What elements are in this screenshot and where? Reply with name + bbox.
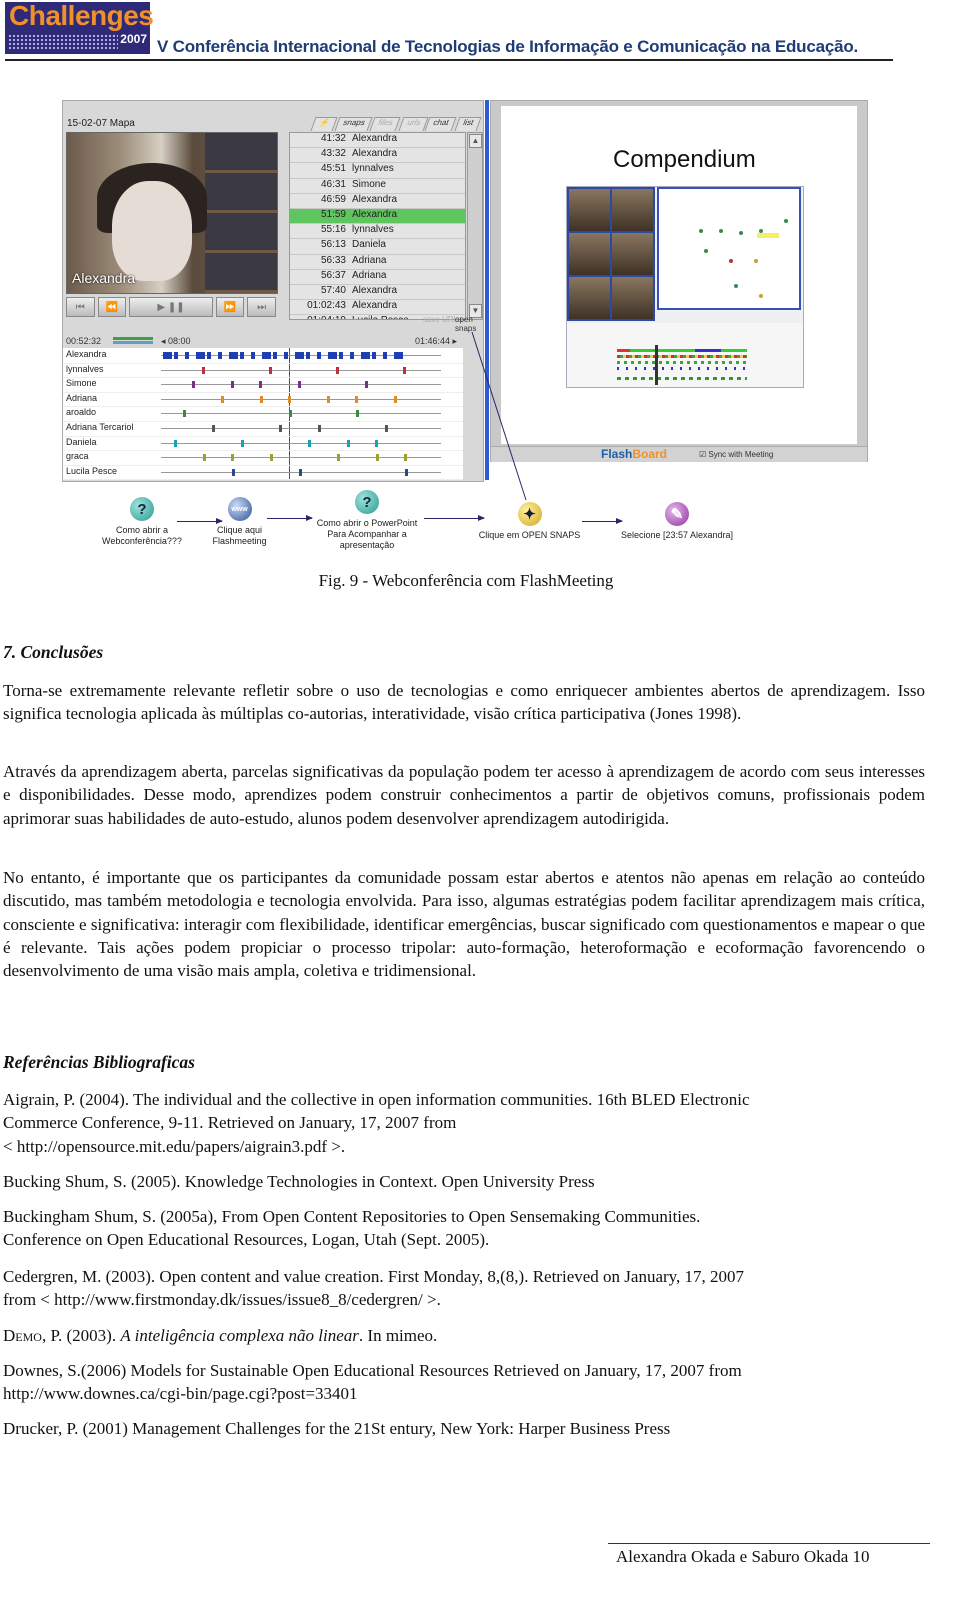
reference-line: Conference on Open Educational Resources…: [3, 1230, 490, 1250]
reference-link[interactable]: http://www.downes.ca/cgi-bin/page.cgi?po…: [3, 1382, 928, 1405]
paragraph: Através da aprendizagem aberta, parcelas…: [3, 762, 925, 828]
reference-line: Cedergren, M. (2003). Open content and v…: [3, 1267, 745, 1286]
reference-item: Drucker, P. (2001) Management Challenges…: [3, 1417, 928, 1440]
reference-item: Buckingham Shum, S. (2005a), From Open C…: [3, 1205, 928, 1252]
reference-author: Demo, P.: [3, 1326, 63, 1345]
figure-flashmeeting: 15-02-07 Mapa Alexandra ⏮ ⏪ ▶ ❚❚ ⏩ ⏭ ⚡ sn…: [62, 100, 868, 560]
conference-title: V Conferência Internacional de Tecnologi…: [157, 37, 859, 56]
reference-line: Bucking Shum, S. (2005). Knowledge Techn…: [3, 1172, 595, 1191]
reference-item: Cedergren, M. (2003). Open content and v…: [3, 1265, 928, 1312]
reference-title: A inteligência complexa não linear: [120, 1326, 359, 1345]
reference-line: Downes, S.(2006) Models for Sustainable …: [3, 1361, 742, 1380]
footer-authors-page: Alexandra Okada e Saburo Okada 10: [616, 1547, 870, 1566]
reference-line: Drucker, P. (2001) Management Challenges…: [3, 1419, 671, 1438]
reference-year: (2003).: [62, 1326, 121, 1345]
paragraph: Torna-se extremamente relevante refletir…: [3, 681, 925, 724]
footer-divider: [608, 1543, 930, 1544]
reference-link[interactable]: from < http://www.firstmonday.dk/issues/…: [3, 1288, 928, 1311]
reference-item: Aigrain, P. (2004). The individual and t…: [3, 1088, 928, 1158]
reference-line: Buckingham Shum, S. (2005a), From Open C…: [3, 1207, 701, 1226]
reference-rest: . In mimeo.: [358, 1326, 438, 1345]
reference-item: Downes, S.(2006) Models for Sustainable …: [3, 1359, 928, 1406]
reference-item: Demo, P. (2003). A inteligência complexa…: [3, 1324, 928, 1347]
header-divider: [5, 59, 893, 61]
logo-year: 2007: [120, 32, 147, 46]
conference-logo: Challenges 2007: [5, 0, 154, 54]
paragraph: No entanto, é importante que os particip…: [3, 868, 925, 981]
reference-item: Bucking Shum, S. (2005). Knowledge Techn…: [3, 1170, 928, 1193]
pointer-line: [471, 331, 527, 501]
logo-word: Challenges: [9, 0, 154, 31]
section-heading-references: Referências Bibliograficas: [3, 1052, 195, 1072]
logo-arrows-pattern: [8, 34, 118, 50]
reference-line: Aigrain, P. (2004). The individual and t…: [3, 1090, 750, 1109]
reference-link[interactable]: < http://opensource.mit.edu/papers/aigra…: [3, 1135, 928, 1158]
reference-line: Commerce Conference, 9-11. Retrieved on …: [3, 1113, 457, 1133]
section-heading-conclusions: 7. Conclusões: [3, 642, 104, 662]
figure-caption: Fig. 9 - Webconferência com FlashMeeting: [318, 571, 614, 590]
